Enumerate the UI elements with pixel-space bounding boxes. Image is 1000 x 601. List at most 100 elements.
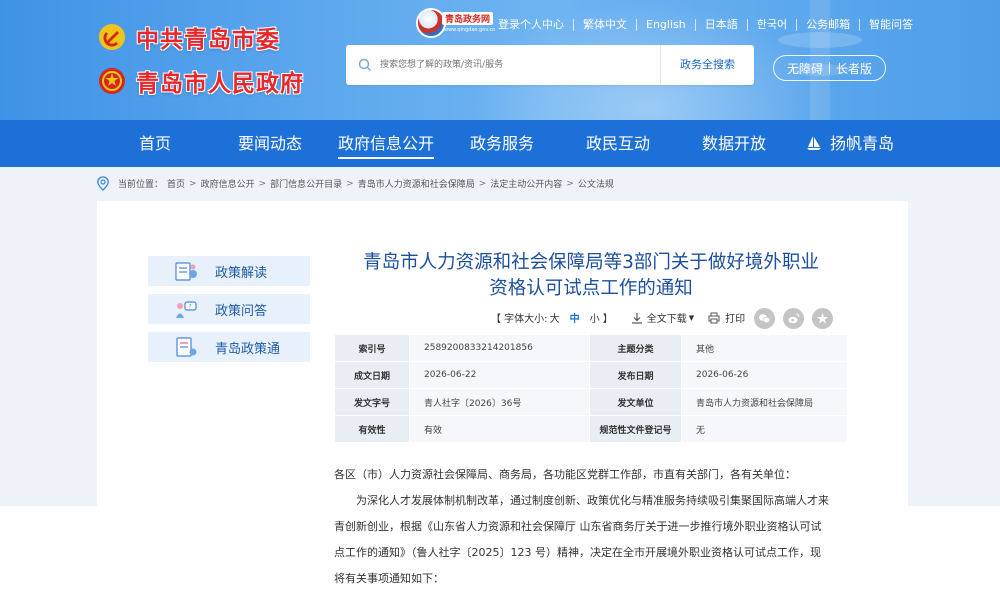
meta-key: 发布日期	[589, 361, 682, 389]
meta-value: 2589200833214201856	[409, 334, 590, 362]
nav-gov-service[interactable]: 政务服务	[470, 120, 534, 167]
font-size-medium[interactable]: 中	[570, 310, 580, 325]
elder-mode-button[interactable]: 长者版	[830, 60, 878, 77]
meta-key: 成文日期	[334, 361, 410, 389]
nav-yangfan-label: 扬帆青岛	[830, 134, 895, 153]
smart-qa-link[interactable]: 智能问答	[859, 19, 922, 31]
wechat-icon	[759, 314, 771, 324]
meta-value: 无	[681, 415, 848, 443]
gov-name: 青岛市人民政府	[136, 70, 304, 97]
accessibility-button[interactable]: 无障碍	[781, 60, 829, 77]
article-body-line: 点工作的通知》（鲁人社字〔2025〕123 号）精神，决定在全市开展境外职业资格…	[334, 546, 821, 559]
accessibility-toggle: 无障碍 长者版	[773, 55, 886, 81]
policy-portal-icon	[176, 337, 197, 357]
sail-icon	[807, 136, 821, 150]
download-icon	[631, 312, 642, 324]
nav-news[interactable]: 要闻动态	[238, 120, 302, 167]
portal-badge-url: www.qingdao.gov.cn	[444, 27, 496, 33]
portal-badge-label: 青岛政务网	[442, 12, 494, 25]
policy-interpretation-icon	[175, 262, 197, 281]
nav-interaction[interactable]: 政民互动	[586, 120, 650, 167]
meta-value: 其他	[681, 334, 848, 362]
chevron-down-icon: ▼	[688, 313, 695, 322]
table-row: 索引号 2589200833214201856 主题分类 其他	[334, 334, 848, 362]
party-emblem-icon	[99, 24, 125, 50]
nav-home[interactable]: 首页	[139, 120, 171, 167]
meta-value: 2026-06-26	[681, 361, 848, 389]
sidebar-item-policy-qa[interactable]: ? 政策问答	[148, 294, 310, 324]
breadcrumb-label: 当前位置：	[118, 180, 164, 190]
download-button[interactable]: 全文下载	[647, 310, 687, 325]
meta-key: 主题分类	[589, 334, 682, 362]
meta-key: 索引号	[334, 334, 410, 362]
article-title: 青岛市人力资源和社会保障局等3部门关于做好境外职业 资格认可试点工作的通知	[334, 250, 848, 302]
korean-link[interactable]: 한국어	[746, 19, 796, 31]
search-bar: 政务全搜索	[346, 45, 754, 85]
top-links: 登录个人中心 繁体中文 English 日本語 한국어 公务邮箱 智能问答	[498, 19, 922, 31]
meta-key: 有效性	[334, 415, 410, 443]
meta-value: 青岛市人力资源和社会保障局	[681, 388, 848, 416]
gov-logo[interactable]: 青岛市人民政府	[98, 64, 304, 98]
document-meta-table: 索引号 2589200833214201856 主题分类 其他 成文日期 202…	[334, 334, 848, 443]
meta-value: 青人社字〔2026〕36号	[409, 388, 590, 416]
search-icon	[358, 58, 371, 71]
breadcrumb-public-content[interactable]: 法定主动公开内容	[490, 177, 562, 190]
traditional-chinese-link[interactable]: 繁体中文	[573, 19, 636, 31]
weibo-icon	[788, 313, 800, 324]
font-size-label: 【 字体大小:	[491, 314, 548, 325]
article-salutation: 各区（市）人力资源社会保障局、商务局，各功能区党群工作部，市直有关部门，各有关单…	[334, 468, 796, 481]
site-header: 中共青岛市委 青岛市人民政府 青岛政务网 www.qingdao.gov.cn …	[0, 0, 1000, 120]
nav-gov-info[interactable]: 政府信息公开	[338, 120, 435, 167]
breadcrumb-separator: >	[189, 178, 197, 189]
sidebar-item-label: 政策问答	[215, 303, 268, 319]
sidebar-item-label: 青岛政策通	[215, 341, 281, 357]
nav-open-data[interactable]: 数据开放	[702, 120, 766, 167]
meta-key: 发文单位	[589, 388, 682, 416]
table-row: 有效性 有效 规范性文件登记号 无	[334, 415, 848, 443]
nav-yangfan[interactable]: 扬帆青岛	[806, 120, 894, 167]
breadcrumb-separator: >	[258, 178, 267, 189]
article-title-line: 资格认可试点工作的通知	[489, 278, 693, 299]
login-link[interactable]: 登录个人中心	[498, 19, 573, 31]
svg-text:?: ?	[189, 304, 192, 311]
breadcrumb-dept-catalog[interactable]: 部门信息公开目录	[270, 177, 342, 190]
star-icon	[817, 313, 828, 324]
japanese-link[interactable]: 日本語	[694, 19, 747, 31]
meta-value: 有效	[409, 415, 590, 443]
breadcrumb-separator: >	[566, 178, 574, 189]
breadcrumb-gov-info[interactable]: 政府信息公开	[201, 177, 255, 190]
meta-key: 规范性文件登记号	[589, 415, 682, 443]
print-button[interactable]: 打印	[725, 310, 745, 325]
search-button[interactable]: 政务全搜索	[660, 45, 754, 85]
breadcrumb-separator: >	[478, 178, 487, 189]
portal-badge[interactable]: 青岛政务网 www.qingdao.gov.cn	[416, 8, 495, 38]
meta-value: 2026-06-22	[409, 361, 590, 389]
national-emblem-icon	[99, 68, 125, 94]
party-name: 中共青岛市委	[136, 26, 280, 53]
favorite-button[interactable]	[812, 308, 833, 329]
article-title-line: 青岛市人力资源和社会保障局等3部门关于做好境外职业	[363, 252, 819, 273]
print-icon	[708, 312, 720, 323]
main-nav: 首页 要闻动态 政府信息公开 政务服务 政民互动 数据开放 扬帆青岛	[0, 120, 1000, 167]
search-input[interactable]	[380, 45, 660, 85]
sidebar-item-label: 政策解读	[215, 265, 268, 281]
english-link[interactable]: English	[636, 19, 695, 31]
table-row: 成文日期 2026-06-22 发布日期 2026-06-26	[334, 361, 848, 389]
sidebar-item-policy-interpretation[interactable]: 政策解读	[148, 256, 310, 286]
article-body-line: 将有关事项通知如下：	[334, 572, 444, 585]
share-wechat-button[interactable]	[754, 308, 775, 329]
breadcrumb: 当前位置： 首页 > 政府信息公开 > 部门信息公开目录 > 青岛市人力资源和社…	[96, 176, 618, 191]
font-size-large[interactable]: 大	[550, 310, 560, 325]
breadcrumb-home[interactable]: 首页	[167, 177, 185, 190]
share-weibo-button[interactable]	[783, 308, 804, 329]
breadcrumb-separator: >	[346, 178, 354, 189]
article-toolbar: 【 字体大小: 大 中 小 】 全文下载 ▼ 打印	[491, 310, 745, 325]
sidebar-item-qingdao-policy[interactable]: 青岛政策通	[148, 332, 310, 362]
font-size-small[interactable]: 小 】	[590, 310, 613, 325]
breadcrumb-regulations[interactable]: 公文法规	[578, 177, 614, 190]
party-logo[interactable]: 中共青岛市委	[98, 20, 280, 54]
article-body-line: 青创新创业，根据《山东省人力资源和社会保障厅 山东省商务厅关于进一步推行境外职业…	[334, 520, 822, 533]
official-mail-link[interactable]: 公务邮箱	[796, 19, 859, 31]
location-pin-icon	[97, 176, 109, 191]
breadcrumb-hrss-bureau[interactable]: 青岛市人力资源和社会保障局	[358, 177, 475, 190]
